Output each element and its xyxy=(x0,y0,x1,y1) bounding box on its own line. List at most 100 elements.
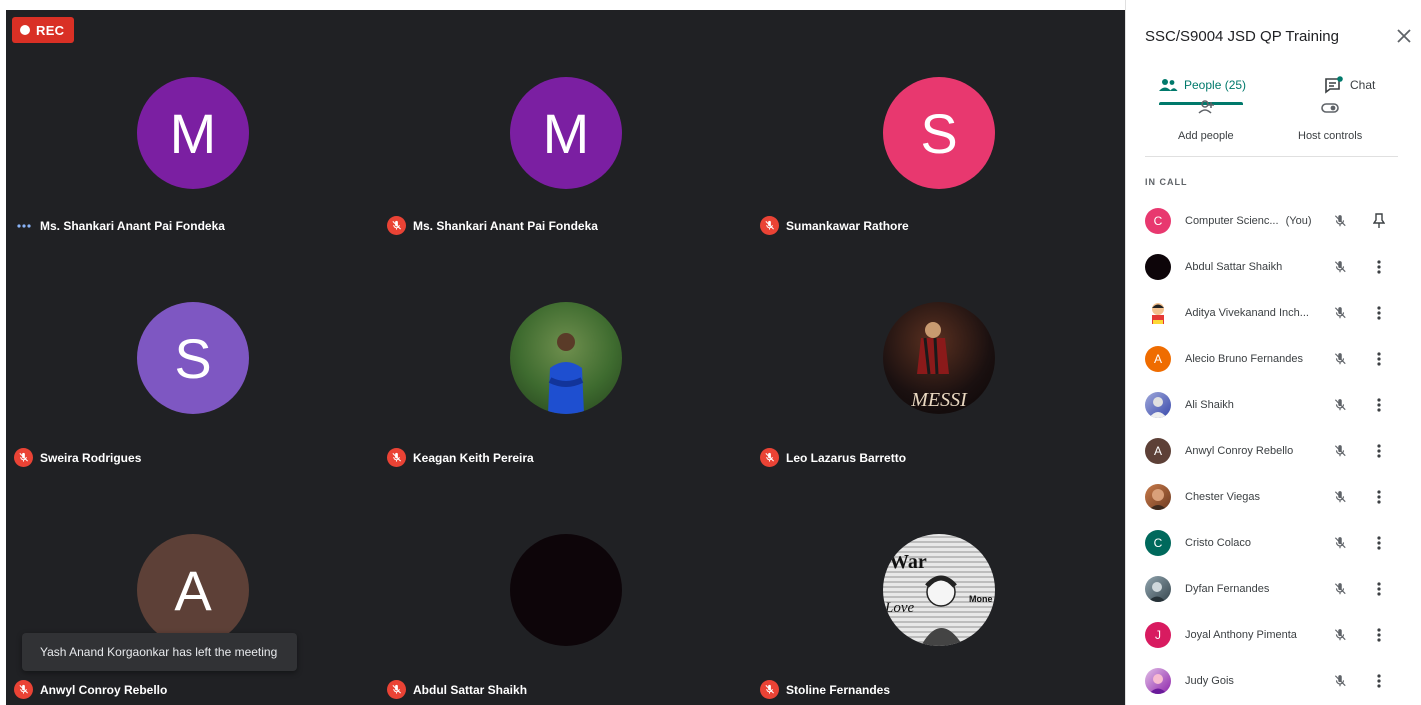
messi-text: MESSI xyxy=(910,389,968,411)
mute-button[interactable] xyxy=(1330,257,1350,277)
mic-off-icon xyxy=(14,448,33,467)
avatar: S xyxy=(137,302,249,414)
participant-tile[interactable]: M Ms. Shankari Anant Pai Fondeka xyxy=(379,10,752,242)
participant-tile[interactable]: S Sumankawar Rathore xyxy=(752,10,1125,242)
profile-photo xyxy=(1145,576,1171,602)
more-options-button[interactable] xyxy=(1369,257,1389,277)
list-item[interactable]: J Joyal Anthony Pimenta xyxy=(1126,612,1421,658)
participant-name: Stoline Fernandes xyxy=(786,682,891,697)
portrait-icon xyxy=(1149,489,1167,510)
list-item[interactable]: Aditya Vivekanand Inch... xyxy=(1126,290,1421,336)
participant-name: Abdul Sattar Shaikh xyxy=(1185,261,1283,273)
portrait-icon xyxy=(1148,582,1166,602)
speaking-dots-icon xyxy=(14,216,33,235)
more-options-button[interactable] xyxy=(1369,487,1389,507)
profile-photo: War Love Mone xyxy=(883,534,995,646)
list-item[interactable]: Chester Viegas xyxy=(1126,474,1421,520)
portrait-icon xyxy=(1149,674,1167,694)
mute-button[interactable] xyxy=(1330,487,1350,507)
more-options-button[interactable] xyxy=(1369,441,1389,461)
avatar: C xyxy=(1145,208,1171,234)
participant-tile[interactable]: M Ms. Shankari Anant Pai Fondeka xyxy=(6,10,379,242)
tab-people-label: People (25) xyxy=(1184,78,1247,92)
add-people-button[interactable]: Add people xyxy=(1178,96,1234,142)
list-item[interactable]: C Cristo Colaco xyxy=(1126,520,1421,566)
list-item[interactable]: Abdul Sattar Shaikh xyxy=(1126,244,1421,290)
more-options-button[interactable] xyxy=(1369,579,1389,599)
list-item[interactable]: Judy Gois xyxy=(1126,658,1421,704)
mic-off-icon xyxy=(1334,583,1346,595)
host-controls-button[interactable]: Host controls xyxy=(1298,96,1362,142)
tile-name-row: Anwyl Conroy Rebello xyxy=(14,680,167,699)
more-options-button[interactable] xyxy=(1369,395,1389,415)
mute-button[interactable] xyxy=(1330,303,1350,323)
participant-name: Ali Shaikh xyxy=(1185,399,1234,411)
mic-off-icon xyxy=(1334,675,1346,687)
add-people-label: Add people xyxy=(1178,130,1234,142)
you-label: (You) xyxy=(1285,215,1312,227)
people-icon xyxy=(1159,79,1178,91)
participant-tile[interactable]: S Sweira Rodrigues xyxy=(6,242,379,474)
avatar xyxy=(1145,254,1171,280)
more-options-button[interactable] xyxy=(1369,533,1389,553)
list-item[interactable]: Ali Shaikh xyxy=(1126,382,1421,428)
newspaper-text-top: War xyxy=(889,551,927,573)
mute-button[interactable] xyxy=(1330,395,1350,415)
people-panel: SSC/S9004 JSD QP Training People (25) Ch… xyxy=(1125,0,1421,705)
mic-off-icon xyxy=(1334,261,1346,273)
avatar: M xyxy=(137,77,249,189)
pin-icon xyxy=(1373,213,1385,228)
mic-off-icon xyxy=(760,216,779,235)
tile-name-row: Abdul Sattar Shaikh xyxy=(387,680,527,699)
avatar: J xyxy=(1145,622,1171,648)
participant-name: Cristo Colaco xyxy=(1185,537,1252,549)
more-vert-icon xyxy=(1377,582,1381,596)
participant-name: Computer Scienc... xyxy=(1185,215,1279,227)
pin-button[interactable] xyxy=(1369,211,1389,231)
participant-tile[interactable]: MESSI Leo Lazarus Barretto xyxy=(752,242,1125,474)
portrait-icon xyxy=(1149,397,1167,418)
participant-name: Joyal Anthony Pimenta xyxy=(1185,629,1297,641)
avatar: A xyxy=(1145,346,1171,372)
mute-button[interactable] xyxy=(1330,441,1350,461)
more-options-button[interactable] xyxy=(1369,303,1389,323)
more-options-button[interactable] xyxy=(1369,671,1389,691)
list-item[interactable]: A Anwyl Conroy Rebello xyxy=(1126,428,1421,474)
chat-icon xyxy=(1325,76,1343,94)
more-vert-icon xyxy=(1377,674,1381,688)
mic-off-icon xyxy=(1334,353,1346,365)
mute-button[interactable] xyxy=(1330,533,1350,553)
mic-off-icon xyxy=(1334,307,1346,319)
mute-button[interactable] xyxy=(1330,579,1350,599)
profile-photo xyxy=(1145,392,1171,418)
close-panel-button[interactable] xyxy=(1392,24,1416,48)
mute-button[interactable] xyxy=(1330,211,1350,231)
list-item[interactable]: C Computer Scienc... (You) xyxy=(1126,198,1421,244)
tile-name-row: Ms. Shankari Anant Pai Fondeka xyxy=(14,216,225,235)
host-controls-icon xyxy=(1312,96,1348,114)
list-item[interactable]: Dyfan Fernandes xyxy=(1126,566,1421,612)
more-vert-icon xyxy=(1377,444,1381,458)
participant-name: Ms. Shankari Anant Pai Fondeka xyxy=(40,218,225,233)
tile-name-row: Stoline Fernandes xyxy=(760,680,890,699)
toast-text: Yash Anand Korgaonkar has left the meeti… xyxy=(40,645,278,659)
mic-off-icon xyxy=(14,680,33,699)
mute-button[interactable] xyxy=(1330,349,1350,369)
mic-off-icon xyxy=(760,448,779,467)
profile-photo xyxy=(1145,668,1171,694)
panel-title: SSC/S9004 JSD QP Training xyxy=(1145,28,1339,45)
mute-button[interactable] xyxy=(1330,671,1350,691)
participant-tile[interactable]: War Love Mone Stoline Fernandes xyxy=(752,474,1125,705)
more-vert-icon xyxy=(1377,352,1381,366)
participant-tile[interactable]: Keagan Keith Pereira xyxy=(379,242,752,474)
participant-tile[interactable]: Abdul Sattar Shaikh xyxy=(379,474,752,705)
tile-name-row: Keagan Keith Pereira xyxy=(387,448,534,467)
participant-name-row: Computer Scienc... (You) xyxy=(1185,215,1312,227)
participant-name: Aditya Vivekanand Inch... xyxy=(1185,307,1309,319)
more-options-button[interactable] xyxy=(1369,625,1389,645)
participant-name: Sweira Rodrigues xyxy=(40,450,142,465)
left-meeting-toast: Yash Anand Korgaonkar has left the meeti… xyxy=(22,633,297,671)
mute-button[interactable] xyxy=(1330,625,1350,645)
more-options-button[interactable] xyxy=(1369,349,1389,369)
list-item[interactable]: A Alecio Bruno Fernandes xyxy=(1126,336,1421,382)
